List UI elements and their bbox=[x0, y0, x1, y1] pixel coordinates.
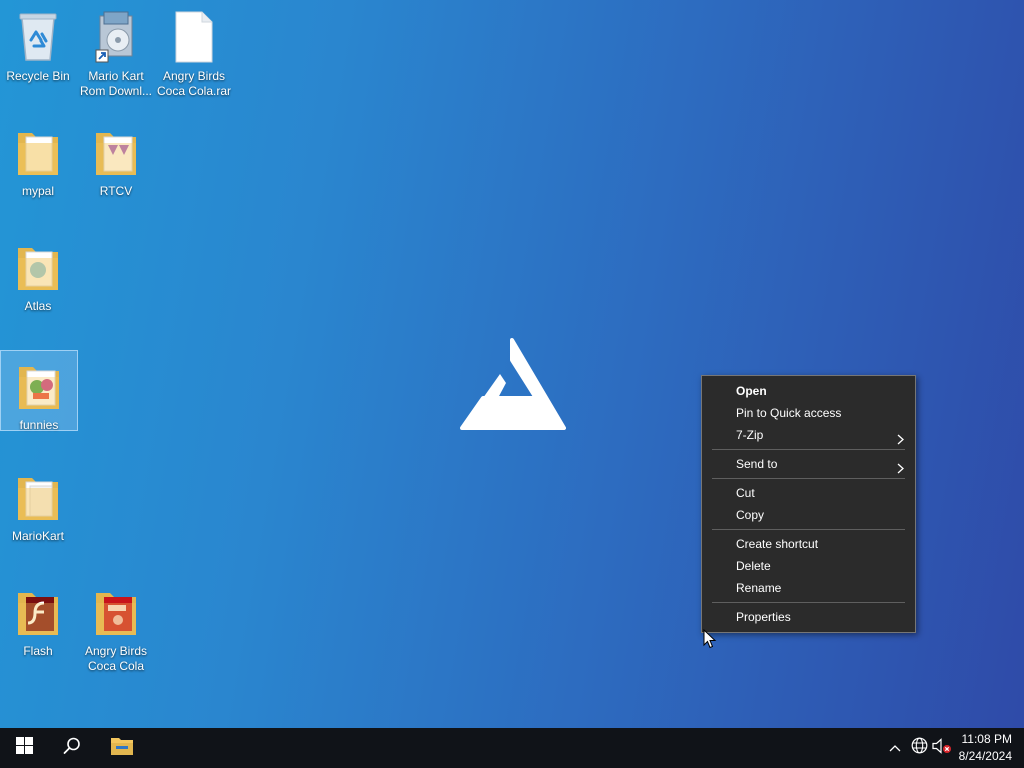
start-button[interactable] bbox=[0, 728, 48, 768]
folder-icon bbox=[15, 359, 63, 413]
menu-item-7zip[interactable]: 7-Zip bbox=[702, 424, 915, 446]
menu-item-label: Rename bbox=[736, 581, 782, 595]
desktop-icon-label: RTCV bbox=[99, 184, 133, 198]
desktop-icon-angry-birds-rar[interactable]: Angry Birds Coca Cola.rar bbox=[156, 2, 232, 99]
recycle-bin-icon bbox=[14, 10, 62, 64]
desktop-icon-label: Recycle Bin bbox=[6, 69, 70, 83]
file-explorer-button[interactable] bbox=[98, 728, 146, 768]
desktop[interactable]: Recycle Bin Mario Kart Rom Downl... Angr… bbox=[0, 0, 1024, 728]
start-icon bbox=[15, 737, 33, 759]
menu-item-cut[interactable]: Cut bbox=[702, 482, 915, 504]
menu-item-label: Delete bbox=[736, 559, 771, 573]
desktop-icon-label: mypal bbox=[21, 184, 54, 198]
menu-item-rename[interactable]: Rename bbox=[702, 577, 915, 599]
desktop-icon-angry-birds-coca-cola[interactable]: Angry Birds Coca Cola bbox=[78, 577, 154, 674]
chevron-right-icon bbox=[897, 459, 905, 481]
menu-item-label: Pin to Quick access bbox=[736, 406, 842, 420]
menu-item-copy[interactable]: Copy bbox=[702, 504, 915, 526]
folder-icon bbox=[92, 125, 140, 179]
installer-shortcut-icon bbox=[92, 10, 140, 64]
desktop-icon-flash[interactable]: Flash bbox=[0, 577, 76, 659]
menu-item-label: 7-Zip bbox=[736, 428, 764, 442]
volume-button[interactable] bbox=[932, 737, 952, 759]
clock-time: 11:08 PM bbox=[961, 732, 1012, 746]
menu-item-label: Open bbox=[736, 384, 767, 398]
blank-file-icon bbox=[170, 10, 218, 64]
chevron-right-icon bbox=[897, 430, 905, 452]
show-hidden-icons-button[interactable] bbox=[885, 738, 905, 758]
folder-icon bbox=[14, 125, 62, 179]
menu-separator bbox=[712, 449, 905, 450]
menu-item-label: Properties bbox=[736, 610, 791, 624]
network-globe-icon bbox=[911, 737, 928, 759]
taskbar: 11:08 PM 8/24/2024 bbox=[0, 728, 1024, 768]
folder-icon bbox=[14, 470, 62, 524]
desktop-icon-atlas[interactable]: Atlas bbox=[0, 232, 76, 314]
menu-item-pin-to-quick-access[interactable]: Pin to Quick access bbox=[702, 402, 915, 424]
desktop-icon-label: Angry Birds Coca Cola.rar bbox=[156, 69, 232, 98]
context-menu: Open Pin to Quick access 7-Zip Send to C… bbox=[701, 375, 916, 633]
desktop-icon-mypal[interactable]: mypal bbox=[0, 117, 76, 199]
menu-item-label: Copy bbox=[736, 508, 765, 522]
desktop-icon-mariokart[interactable]: MarioKart bbox=[0, 462, 76, 544]
folder-icon bbox=[92, 585, 140, 639]
menu-item-label: Create shortcut bbox=[736, 537, 819, 551]
desktop-icon-funnies[interactable]: funnies bbox=[0, 350, 78, 432]
search-icon bbox=[63, 737, 81, 760]
desktop-icon-label: Mario Kart Rom Downl... bbox=[79, 69, 153, 98]
menu-item-properties[interactable]: Properties bbox=[702, 606, 915, 628]
menu-separator bbox=[712, 478, 905, 479]
desktop-icon-label: Atlas bbox=[24, 299, 52, 313]
menu-item-send-to[interactable]: Send to bbox=[702, 453, 915, 475]
wallpaper-logo bbox=[458, 338, 566, 437]
clock-date: 8/24/2024 bbox=[958, 749, 1012, 763]
mouse-cursor-icon bbox=[703, 628, 717, 654]
search-button[interactable] bbox=[48, 728, 96, 768]
menu-separator bbox=[712, 602, 905, 603]
desktop-icon-label: Flash bbox=[23, 644, 53, 658]
network-button[interactable] bbox=[909, 737, 929, 759]
menu-separator bbox=[712, 529, 905, 530]
desktop-icon-recycle-bin[interactable]: Recycle Bin bbox=[0, 2, 76, 84]
desktop-icon-rtcv[interactable]: RTCV bbox=[78, 117, 154, 199]
desktop-icon-mario-kart-rom-download[interactable]: Mario Kart Rom Downl... bbox=[78, 2, 154, 99]
file-explorer-icon bbox=[110, 736, 134, 761]
menu-item-create-shortcut[interactable]: Create shortcut bbox=[702, 533, 915, 555]
menu-item-open[interactable]: Open bbox=[702, 380, 915, 402]
desktop-icon-label: funnies bbox=[19, 418, 59, 432]
desktop-icon-label: Angry Birds Coca Cola bbox=[84, 644, 148, 673]
volume-muted-icon bbox=[932, 737, 952, 759]
folder-icon bbox=[14, 585, 62, 639]
desktop-icon-label: MarioKart bbox=[11, 529, 64, 543]
menu-item-label: Send to bbox=[736, 457, 778, 471]
menu-item-delete[interactable]: Delete bbox=[702, 555, 915, 577]
menu-item-label: Cut bbox=[736, 486, 755, 500]
chevron-up-icon bbox=[889, 739, 901, 757]
folder-icon bbox=[14, 240, 62, 294]
taskbar-clock[interactable]: 11:08 PM 8/24/2024 bbox=[959, 731, 1012, 765]
